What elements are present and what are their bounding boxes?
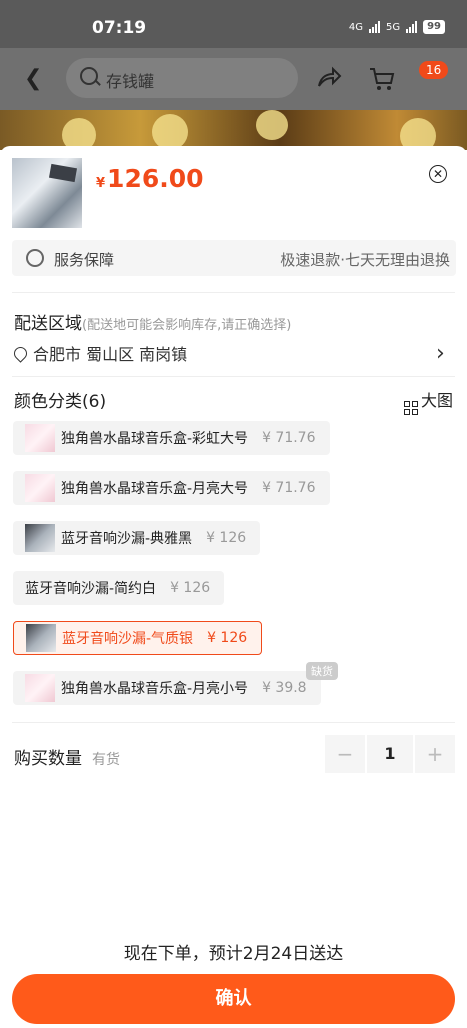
location-pin-icon — [11, 344, 30, 363]
option-price: ¥ 126 — [206, 530, 247, 546]
option-name: 独角兽水晶球音乐盒-月亮小号 — [61, 681, 249, 697]
option-price: ¥ 126 — [170, 580, 211, 596]
search-placeholder: 存钱罐 — [106, 72, 155, 91]
service-label: 服务保障 — [54, 251, 115, 269]
signal-icon — [368, 21, 380, 33]
delivery-area-title: 配送区域(配送地可能会影响库存,请正确选择) — [14, 314, 292, 334]
color-category-title: 颜色分类(6) — [14, 392, 107, 412]
color-option[interactable]: 独角兽水晶球音乐盒-彩虹大号 ¥ 71.76 — [13, 421, 330, 455]
out-of-stock-tag: 缺货 — [306, 662, 338, 680]
increase-button[interactable]: + — [415, 735, 455, 773]
option-price: ¥ 126 — [207, 630, 248, 646]
option-name: 蓝牙音响沙漏-简约白 — [25, 581, 157, 597]
option-thumbnail — [25, 524, 55, 552]
signal-icon-2 — [406, 21, 418, 33]
option-thumbnail — [25, 474, 55, 502]
color-option[interactable]: 独角兽水晶球音乐盒-月亮小号 ¥ 39.8 — [13, 671, 321, 705]
option-name: 蓝牙音响沙漏-典雅黑 — [61, 531, 193, 547]
product-thumbnail[interactable] — [12, 158, 82, 228]
back-arrow-icon[interactable]: ❮ — [24, 66, 42, 91]
big-image-toggle[interactable]: 大图 — [403, 387, 453, 415]
delivery-eta: 现在下单，预计2月24日送达 — [123, 944, 344, 964]
option-thumbnail — [25, 424, 55, 452]
option-thumbnail — [26, 624, 56, 652]
network-4g-label: 4G — [348, 21, 363, 33]
top-nav: ❮ 存钱罐 16 — [0, 48, 467, 110]
option-name: 蓝牙音响沙漏-气质银 — [62, 631, 194, 647]
decrease-button[interactable]: − — [325, 735, 365, 773]
chevron-right-icon[interactable]: › — [436, 341, 445, 366]
grid-icon — [403, 401, 418, 415]
cart-icon[interactable] — [368, 66, 396, 92]
battery-icon: 99 — [423, 20, 445, 34]
network-5g-label: 5G — [385, 21, 401, 33]
status-bar: 07:19 4G 5G 99 — [0, 0, 467, 48]
quantity-stepper[interactable]: − 1 + — [325, 735, 455, 773]
delivery-address[interactable]: 合肥市 蜀山区 南岗镇 — [11, 341, 187, 365]
product-price: ¥126.00 — [96, 164, 204, 193]
option-price: ¥ 39.8 — [262, 680, 307, 696]
color-option[interactable]: 蓝牙音响沙漏-典雅黑 ¥ 126 — [13, 521, 261, 555]
color-option[interactable]: 独角兽水晶球音乐盒-月亮大号 ¥ 71.76 — [13, 471, 330, 505]
divider — [12, 292, 455, 293]
sku-selector-sheet: ¥126.00 ✕ 服务保障 极速退款·七天无理由退换 配送区域(配送地可能会影… — [0, 146, 467, 1028]
service-guarantee-row[interactable]: 服务保障 极速退款·七天无理由退换 — [12, 240, 456, 276]
close-icon[interactable]: ✕ — [429, 165, 447, 183]
option-price: ¥ 71.76 — [262, 430, 316, 446]
status-icons: 4G 5G 99 — [349, 20, 445, 34]
share-icon[interactable] — [316, 66, 342, 90]
color-option[interactable]: 蓝牙音响沙漏-气质银 ¥ 126 — [13, 621, 263, 655]
option-thumbnail — [25, 674, 55, 702]
search-icon — [80, 67, 98, 85]
product-banner-image — [0, 110, 467, 154]
quantity-label: 购买数量 有货 — [14, 749, 120, 769]
color-option[interactable]: 蓝牙音响沙漏-简约白 ¥ 126 — [13, 571, 225, 605]
option-name: 独角兽水晶球音乐盒-彩虹大号 — [61, 431, 249, 447]
divider — [12, 722, 455, 723]
guarantee-badge-icon — [26, 249, 44, 267]
divider — [12, 376, 455, 377]
cart-badge: 16 — [419, 61, 449, 79]
confirm-button[interactable]: 确认 — [12, 974, 455, 1024]
option-name: 独角兽水晶球音乐盒-月亮大号 — [61, 481, 249, 497]
delivery-hint: (配送地可能会影响库存,请正确选择) — [82, 318, 292, 333]
status-time: 07:19 — [92, 18, 147, 38]
quantity-value[interactable]: 1 — [367, 735, 413, 773]
option-price: ¥ 71.76 — [262, 480, 316, 496]
search-bar[interactable]: 存钱罐 — [66, 58, 298, 98]
service-value: 极速退款·七天无理由退换 — [280, 251, 450, 269]
stock-status: 有货 — [92, 752, 120, 768]
